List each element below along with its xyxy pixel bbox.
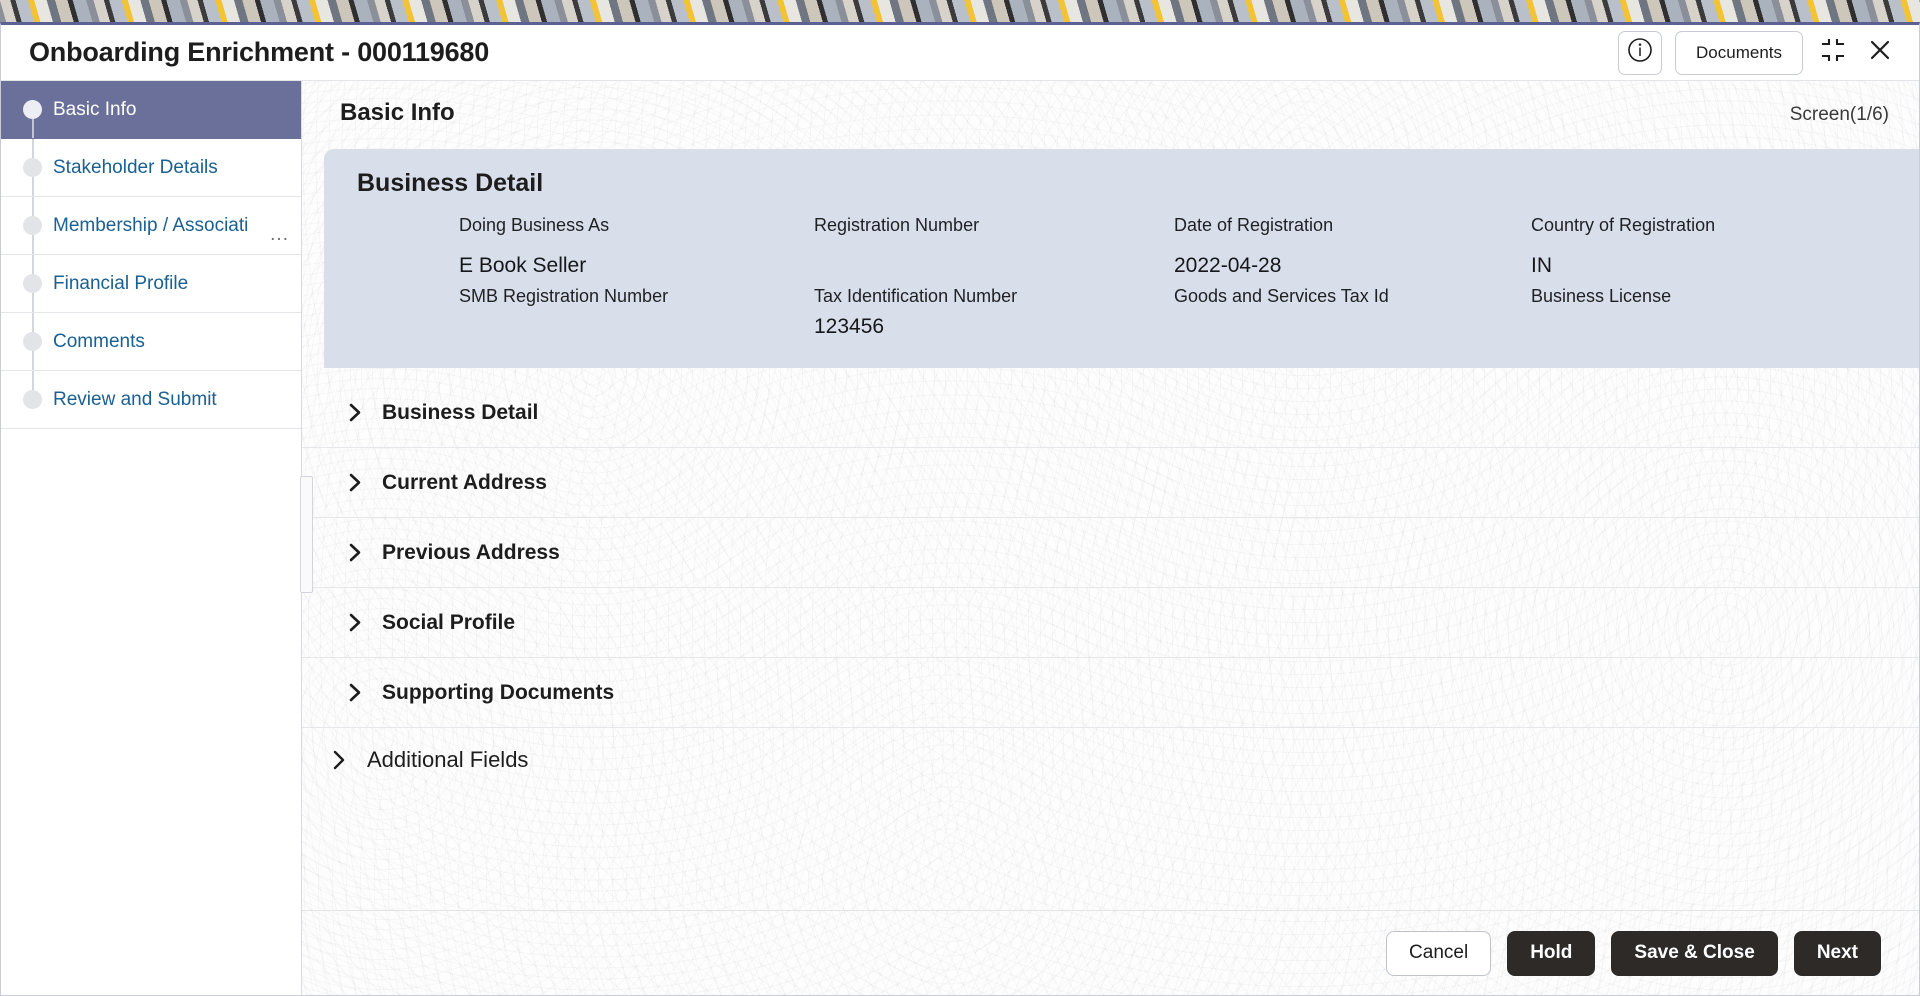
next-button-label: Next [1816, 942, 1858, 963]
content-scroll-region: Basic Info Screen(1/6) Business Detail D… [302, 81, 1919, 910]
sidebar-item-comments[interactable]: Comments [1, 313, 301, 371]
onboarding-modal-window: Onboarding Enrichment - 000119680 Docume… [0, 22, 1920, 996]
accordion-previous-address[interactable]: Previous Address [302, 518, 1919, 588]
step-dot [23, 216, 42, 235]
info-button[interactable] [1618, 30, 1663, 75]
collapse-corners-icon [1819, 36, 1847, 69]
hold-button[interactable]: Hold [1507, 930, 1596, 976]
chevron-right-icon [344, 472, 366, 493]
summary-column-registration-number: Registration Number Tax Identification N… [814, 210, 1174, 342]
cancel-button[interactable]: Cancel [1386, 930, 1492, 976]
field-label: Date of Registration [1174, 215, 1334, 235]
screen-counter: Screen(1/6) [1789, 104, 1889, 125]
chevron-right-icon [344, 542, 366, 563]
accordion-label: Supporting Documents [382, 680, 615, 704]
field-value [814, 250, 1174, 281]
sidebar-item-label: Stakeholder Details [53, 156, 218, 178]
footer-action-bar: Cancel Hold Save & Close Next [302, 910, 1919, 995]
next-button[interactable]: Next [1793, 930, 1881, 976]
sidebar-item-label: Review and Submit [53, 388, 217, 410]
accordion-label: Current Address [382, 470, 547, 494]
field-value [459, 311, 814, 342]
field-label: Business License [1531, 286, 1672, 306]
field-label: Tax Identification Number [814, 286, 1018, 306]
sidebar-item-label: Basic Info [53, 98, 137, 120]
info-circle-icon [1627, 37, 1653, 68]
content-area: Basic Info Screen(1/6) Business Detail D… [302, 81, 1919, 995]
field-value: E Book Seller [459, 254, 587, 277]
summary-field-grid: Doing Business As E Book Seller SMB Regi… [324, 210, 1919, 342]
wizard-step-sidebar: Basic Info Stakeholder Details Membershi… [1, 81, 302, 995]
summary-column-date-of-registration: Date of Registration 2022-04-28 Goods an… [1174, 210, 1531, 342]
sidebar-item-membership-association[interactable]: Membership / Associati ... [1, 197, 301, 255]
title-bar-actions: Documents [1618, 30, 1897, 75]
sidebar-item-label: Comments [53, 330, 145, 352]
close-x-icon [1866, 36, 1894, 69]
field-value: 2022-04-28 [1174, 254, 1282, 277]
field-value: IN [1531, 254, 1552, 277]
hold-button-label: Hold [1530, 942, 1573, 963]
chevron-right-icon [344, 612, 366, 633]
minimize-button[interactable] [1816, 36, 1850, 70]
sidebar-resize-handle[interactable] [300, 476, 313, 593]
accordion-label: Business Detail [382, 400, 539, 424]
page-title: Onboarding Enrichment - 000119680 [29, 37, 490, 67]
step-dot [23, 158, 42, 177]
summary-column-country-of-registration: Country of Registration IN Business Lice… [1531, 210, 1919, 342]
cancel-button-label: Cancel [1409, 942, 1469, 963]
section-title: Basic Info [340, 99, 455, 126]
accordion-current-address[interactable]: Current Address [302, 448, 1919, 518]
field-value [1531, 311, 1919, 342]
field-label: SMB Registration Number [459, 286, 669, 306]
chevron-right-icon [344, 682, 366, 703]
sidebar-item-review-and-submit[interactable]: Review and Submit [1, 371, 301, 429]
summary-column-doing-business-as: Doing Business As E Book Seller SMB Regi… [459, 210, 814, 342]
field-label: Doing Business As [459, 215, 610, 235]
sidebar-item-overflow-ellipsis: ... [270, 224, 289, 245]
step-dot [23, 332, 42, 351]
sidebar-item-label: Financial Profile [53, 272, 189, 294]
modal-body: Basic Info Stakeholder Details Membershi… [1, 81, 1919, 995]
field-label: Registration Number [814, 215, 980, 235]
sidebar-item-label: Membership / Associati [53, 214, 249, 236]
accordion-label: Social Profile [382, 610, 516, 634]
accordion-business-detail[interactable]: Business Detail [302, 378, 1919, 448]
sidebar-item-basic-info[interactable]: Basic Info [1, 81, 301, 139]
accordion-list: Business Detail Current Address Previous… [302, 378, 1919, 792]
chevron-right-icon [344, 402, 366, 423]
close-button[interactable] [1863, 36, 1897, 70]
documents-button[interactable]: Documents [1675, 30, 1803, 75]
accordion-social-profile[interactable]: Social Profile [302, 588, 1919, 658]
field-value: 123456 [814, 315, 885, 338]
summary-card-title: Business Detail [357, 169, 544, 197]
accordion-additional-fields[interactable]: Additional Fields [302, 728, 1919, 792]
field-label: Goods and Services Tax Id [1174, 286, 1389, 306]
step-dot [23, 390, 42, 409]
save-and-close-button[interactable]: Save & Close [1611, 930, 1778, 976]
step-dot [23, 100, 42, 119]
field-value [1174, 311, 1531, 342]
documents-button-label: Documents [1696, 42, 1782, 62]
step-dot [23, 274, 42, 293]
business-detail-summary-card: Business Detail Doing Business As E Book… [324, 149, 1919, 368]
sidebar-item-stakeholder-details[interactable]: Stakeholder Details [1, 139, 301, 197]
sidebar-item-financial-profile[interactable]: Financial Profile [1, 255, 301, 313]
accordion-label: Additional Fields [367, 747, 529, 772]
chevron-right-icon [329, 749, 351, 771]
inner-accordion-group: Business Detail Current Address Previous… [302, 378, 1919, 728]
save-and-close-button-label: Save & Close [1634, 942, 1755, 963]
content-header: Basic Info Screen(1/6) [302, 81, 1919, 127]
accordion-label: Previous Address [382, 540, 560, 564]
accordion-supporting-documents[interactable]: Supporting Documents [302, 658, 1919, 727]
modal-title-bar: Onboarding Enrichment - 000119680 Docume… [1, 25, 1919, 81]
field-label: Country of Registration [1531, 215, 1716, 235]
